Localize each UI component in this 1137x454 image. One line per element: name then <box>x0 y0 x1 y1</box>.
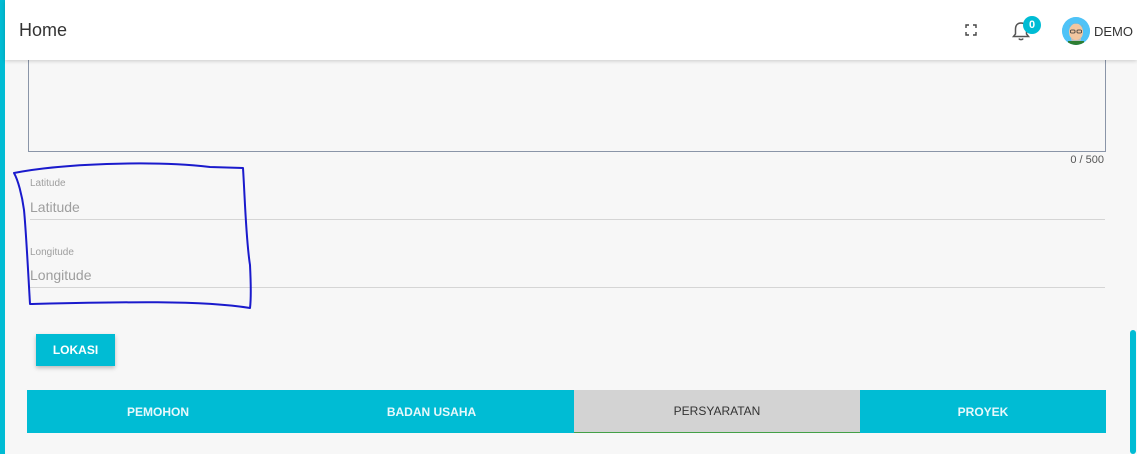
avatar[interactable] <box>1062 17 1090 45</box>
description-textarea[interactable] <box>28 50 1106 152</box>
latitude-input[interactable] <box>30 195 1105 220</box>
tab-persyaratan[interactable]: PERSYARATAN <box>574 390 860 433</box>
user-name[interactable]: DEMO <box>1094 24 1133 39</box>
tab-pemohon[interactable]: PEMOHON <box>27 390 289 433</box>
scrollbar-thumb[interactable] <box>1130 330 1136 454</box>
lokasi-button[interactable]: LOKASI <box>36 334 115 366</box>
char-counter: 0 / 500 <box>1070 154 1104 166</box>
page-title: Home <box>19 20 68 40</box>
tab-badan-usaha[interactable]: BADAN USAHA <box>289 390 574 433</box>
longitude-input[interactable] <box>30 263 1105 288</box>
avatar-face-icon <box>1062 17 1090 45</box>
tab-bar: PEMOHON BADAN USAHA PERSYARATAN PROYEK <box>27 390 1106 433</box>
longitude-label: Longitude <box>30 247 74 258</box>
left-accent-bar <box>0 0 5 454</box>
notification-badge: 0 <box>1023 16 1041 34</box>
latitude-label: Latitude <box>30 178 66 189</box>
tab-proyek[interactable]: PROYEK <box>860 390 1106 433</box>
fullscreen-icon[interactable] <box>965 24 977 36</box>
top-bar: Home 0 DEMO <box>5 0 1137 60</box>
